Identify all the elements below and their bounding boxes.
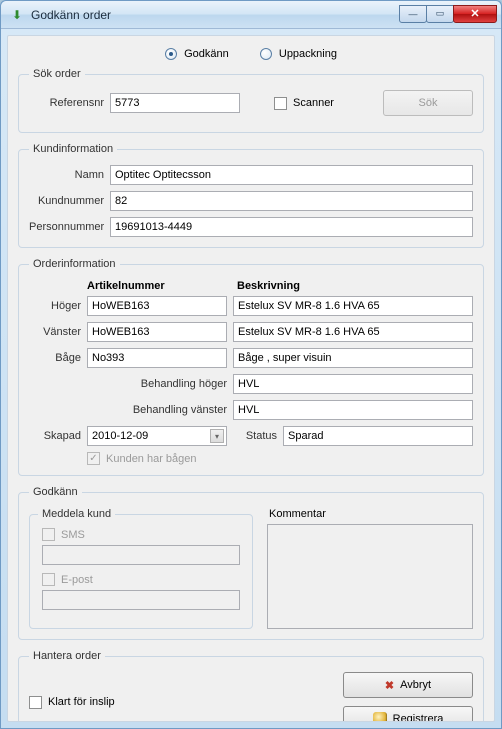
search-order-legend: Sök order (29, 68, 85, 80)
customer-info-legend: Kundinformation (29, 143, 117, 155)
customer-has-frame-label: Kunden har bågen (106, 453, 197, 465)
mode-approve-label: Godkänn (184, 48, 229, 60)
titlebar: ⬇ Godkänn order — ▭ ✕ (1, 1, 501, 29)
notify-email-input (42, 590, 240, 610)
customer-name-label: Namn (29, 169, 104, 181)
right-label: Höger (29, 300, 81, 312)
customer-ssn-label: Personnummer (29, 221, 104, 233)
customer-number-input[interactable] (110, 191, 473, 211)
approve-legend: Godkänn (29, 486, 82, 498)
left-label: Vänster (29, 326, 81, 338)
scanner-label: Scanner (293, 97, 334, 109)
customer-info-group: Kundinformation Namn Kundnummer Personnu… (18, 143, 484, 248)
checkbox-checked-disabled-icon: ✓ (87, 452, 100, 465)
search-button-label: Sök (419, 97, 438, 109)
manage-order-group: Hantera order Klart för inslip ✖ Avbryt (18, 650, 484, 722)
order-info-group: Orderinformation Artikelnummer Beskrivni… (18, 258, 484, 476)
customer-name-input[interactable] (110, 165, 473, 185)
checkbox-disabled-icon (42, 528, 55, 541)
customer-number-label: Kundnummer (29, 195, 104, 207)
col-desc-header: Beskrivning (237, 280, 473, 292)
window: ⬇ Godkänn order — ▭ ✕ Godkänn Uppackning… (0, 0, 502, 729)
order-info-legend: Orderinformation (29, 258, 120, 270)
search-order-group: Sök order Referensnr Scanner Sök (18, 68, 484, 133)
approve-arrow-icon: ⬇ (12, 8, 22, 22)
reference-label: Referensnr (29, 97, 104, 109)
close-icon: ✕ (470, 7, 479, 20)
close-button[interactable]: ✕ (453, 5, 497, 23)
window-controls: — ▭ ✕ (400, 5, 497, 25)
notify-email-label: E-post (61, 574, 93, 586)
right-desc-input[interactable] (233, 296, 473, 316)
frame-article-input[interactable] (87, 348, 227, 368)
checkbox-disabled-icon (42, 573, 55, 586)
status-input[interactable] (283, 426, 473, 446)
created-date-picker[interactable]: 2010-12-09 ▾ (87, 426, 227, 446)
mode-unpack-radio[interactable]: Uppackning (260, 48, 337, 60)
radio-checked-icon (165, 48, 177, 60)
reference-input[interactable] (110, 93, 240, 113)
maximize-button[interactable]: ▭ (426, 5, 454, 23)
treat-left-label: Behandling vänster (29, 404, 227, 416)
checkbox-unchecked-icon (29, 696, 42, 709)
col-article-header: Artikelnummer (87, 280, 237, 292)
mode-approve-radio[interactable]: Godkänn (165, 48, 232, 60)
maximize-icon: ▭ (436, 8, 445, 19)
notify-sms-label: SMS (61, 529, 85, 541)
left-article-input[interactable] (87, 322, 227, 342)
customer-has-frame-checkbox: ✓ Kunden har bågen (87, 452, 197, 465)
notify-email-checkbox: E-post (42, 573, 240, 586)
manage-order-legend: Hantera order (29, 650, 105, 662)
customer-ssn-input[interactable] (110, 217, 473, 237)
ready-for-inslip-checkbox[interactable]: Klart för inslip (29, 696, 115, 709)
scanner-checkbox[interactable]: Scanner (274, 97, 334, 110)
cancel-button-label: Avbryt (400, 679, 431, 691)
order-header-row: Artikelnummer Beskrivning (29, 280, 473, 292)
created-date-value: 2010-12-09 (92, 430, 148, 442)
comment-label: Kommentar (269, 508, 473, 520)
notify-sms-checkbox: SMS (42, 528, 240, 541)
notify-customer-legend: Meddela kund (38, 508, 115, 520)
notify-sms-input (42, 545, 240, 565)
window-title: Godkänn order (31, 8, 400, 22)
client-area: Godkänn Uppackning Sök order Referensnr … (7, 35, 495, 722)
minimize-icon: — (409, 9, 418, 19)
search-button[interactable]: Sök (383, 90, 473, 116)
approve-group: Godkänn Meddela kund SMS E-post (18, 486, 484, 640)
comment-textarea (267, 524, 473, 629)
created-label: Skapad (29, 430, 81, 442)
mode-radio-group: Godkänn Uppackning (18, 44, 484, 68)
treat-left-input[interactable] (233, 400, 473, 420)
ready-for-inslip-label: Klart för inslip (48, 696, 115, 708)
cancel-icon: ✖ (385, 679, 394, 692)
register-icon (373, 712, 387, 722)
cancel-button[interactable]: ✖ Avbryt (343, 672, 473, 698)
mode-unpack-label: Uppackning (279, 48, 337, 60)
minimize-button[interactable]: — (399, 5, 427, 23)
register-button[interactable]: Registrera (343, 706, 473, 722)
notify-customer-group: Meddela kund SMS E-post (29, 508, 253, 629)
status-label: Status (233, 430, 277, 442)
frame-label: Båge (29, 352, 81, 364)
chevron-down-icon: ▾ (210, 429, 224, 443)
right-article-input[interactable] (87, 296, 227, 316)
app-icon: ⬇ (9, 7, 25, 23)
frame-desc-input[interactable] (233, 348, 473, 368)
register-button-label: Registrera (393, 713, 444, 722)
treat-right-input[interactable] (233, 374, 473, 394)
radio-unchecked-icon (260, 48, 272, 60)
treat-right-label: Behandling höger (29, 378, 227, 390)
left-desc-input[interactable] (233, 322, 473, 342)
checkbox-unchecked-icon (274, 97, 287, 110)
